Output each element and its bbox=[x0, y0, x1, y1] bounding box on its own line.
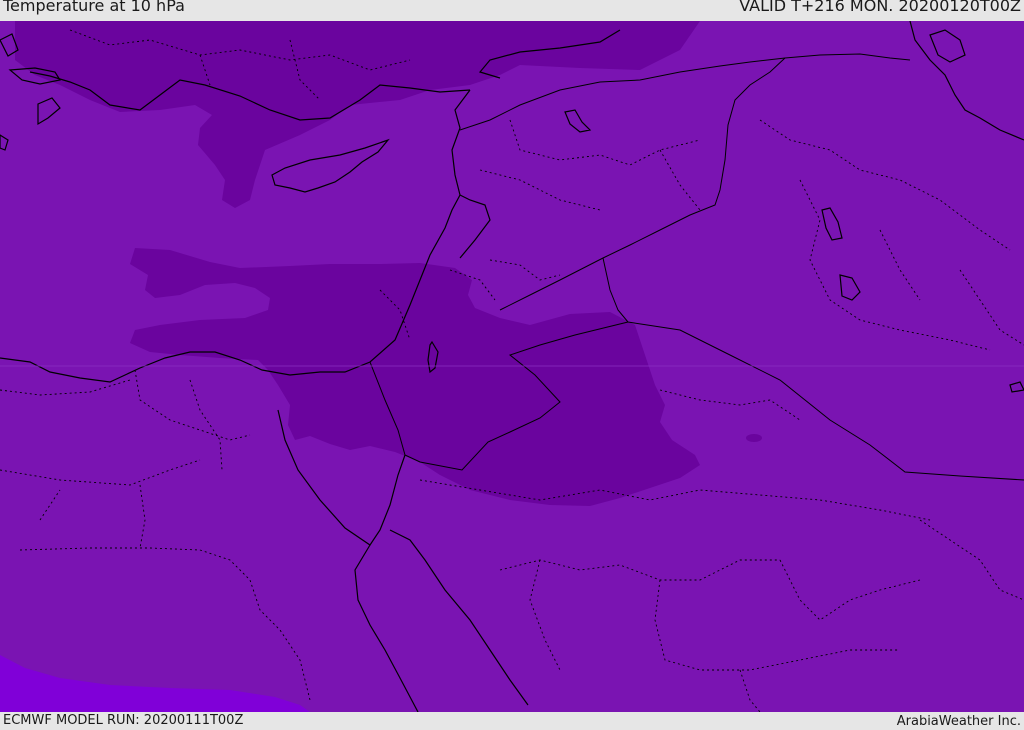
map-canvas bbox=[0, 21, 1024, 712]
map-footer: ECMWF MODEL RUN: 20200111T00Z ArabiaWeat… bbox=[0, 712, 1024, 729]
weather-map-page: Temperature at 10 hPa VALID T+216 MON. 2… bbox=[0, 0, 1024, 729]
model-run: ECMWF MODEL RUN: 20200111T00Z bbox=[3, 713, 244, 728]
map-title: Temperature at 10 hPa bbox=[3, 0, 185, 15]
credit: ArabiaWeather Inc. bbox=[896, 714, 1021, 729]
colder-spot bbox=[746, 434, 762, 442]
temperature-map bbox=[0, 21, 1024, 712]
map-header: Temperature at 10 hPa VALID T+216 MON. 2… bbox=[0, 0, 1024, 21]
valid-time: VALID T+216 MON. 20200120T00Z bbox=[739, 0, 1021, 15]
